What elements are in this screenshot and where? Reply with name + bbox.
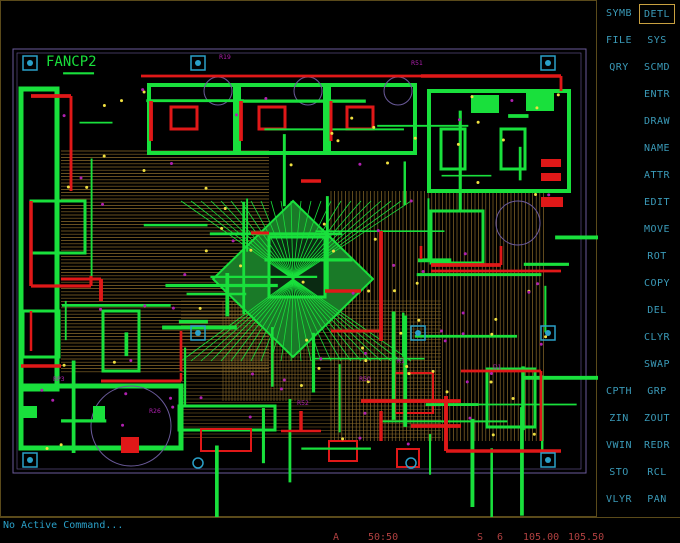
designator-r1: R1: [397, 358, 405, 365]
menu-item[interactable]: GRP: [639, 382, 675, 402]
menu-item: [601, 247, 637, 267]
menu-item[interactable]: VWIN: [601, 436, 637, 456]
status-layer-code: A: [333, 532, 340, 543]
menu-item: [601, 166, 637, 186]
menu-item[interactable]: VLYR: [601, 490, 637, 510]
menu-item[interactable]: DRAW: [639, 112, 675, 132]
designator-r52: R52: [297, 400, 309, 407]
status-coord-x: 105.00: [523, 532, 560, 543]
designator-d1: D1: [493, 364, 502, 371]
menu-item: [601, 274, 637, 294]
menu-item[interactable]: ROT: [639, 247, 675, 267]
menu-item[interactable]: ZOUT: [639, 409, 675, 429]
menu-item: [601, 301, 637, 321]
menu-item[interactable]: EDIT: [639, 193, 675, 213]
menu-item: [601, 193, 637, 213]
designator-rp3: RP3: [53, 376, 65, 383]
menu-item[interactable]: SWAP: [639, 355, 675, 375]
command-menu: SYMB DETL FILE SYS QRY SCMD ENTR DRAW NAME ATTR ED…: [597, 0, 680, 517]
status-message: No Active Command...: [3, 520, 124, 531]
menu-item[interactable]: MOVE: [639, 220, 675, 240]
status-bar: No Active Command... A 50:50 S 6 105.00 …: [0, 517, 680, 543]
menu-item: [601, 355, 637, 375]
menu-item[interactable]: SYS: [639, 31, 675, 51]
menu-item[interactable]: REDR: [639, 436, 675, 456]
menu-item[interactable]: ATTR: [639, 166, 675, 186]
menu-item[interactable]: RCL: [639, 463, 675, 483]
menu-item[interactable]: CPTH: [601, 382, 637, 402]
designator-r51: R51: [411, 60, 423, 67]
menu-item: [601, 220, 637, 240]
menu-item[interactable]: STO: [601, 463, 637, 483]
menu-item[interactable]: PAN: [639, 490, 675, 510]
menu-item: [601, 328, 637, 348]
menu-item: [601, 139, 637, 159]
menu-item[interactable]: FILE: [601, 31, 637, 51]
menu-item[interactable]: SCMD: [639, 58, 675, 78]
board-title: FANCP2: [46, 54, 97, 70]
menu-item[interactable]: ENTR: [639, 85, 675, 105]
menu-item[interactable]: QRY: [601, 58, 637, 78]
pcb-board: FANCP2 R51 R19 R26 R50 R52 D1 R1 RP3: [12, 48, 598, 518]
menu-item: [601, 85, 637, 105]
menu-item[interactable]: ZIN: [601, 409, 637, 429]
pcb-canvas[interactable]: FANCP2 R51 R19 R26 R50 R52 D1 R1 RP3: [0, 0, 598, 518]
menu-item[interactable]: SYMB: [601, 4, 637, 24]
menu-item[interactable]: COPY: [639, 274, 675, 294]
menu-item: [601, 112, 637, 132]
designator-r50: R50: [359, 376, 371, 383]
menu-item[interactable]: CLYR: [639, 328, 675, 348]
status-snap: S: [477, 532, 484, 543]
menu-item[interactable]: DETL: [639, 4, 675, 24]
designator-r19: R19: [219, 54, 231, 61]
menu-item[interactable]: DEL: [639, 301, 675, 321]
status-coord-y: 105.50: [568, 532, 605, 543]
designator-r26: R26: [149, 408, 161, 415]
status-layer-number: 6: [497, 532, 504, 543]
status-grid: 50:50: [368, 532, 399, 543]
menu-item[interactable]: NAME: [639, 139, 675, 159]
